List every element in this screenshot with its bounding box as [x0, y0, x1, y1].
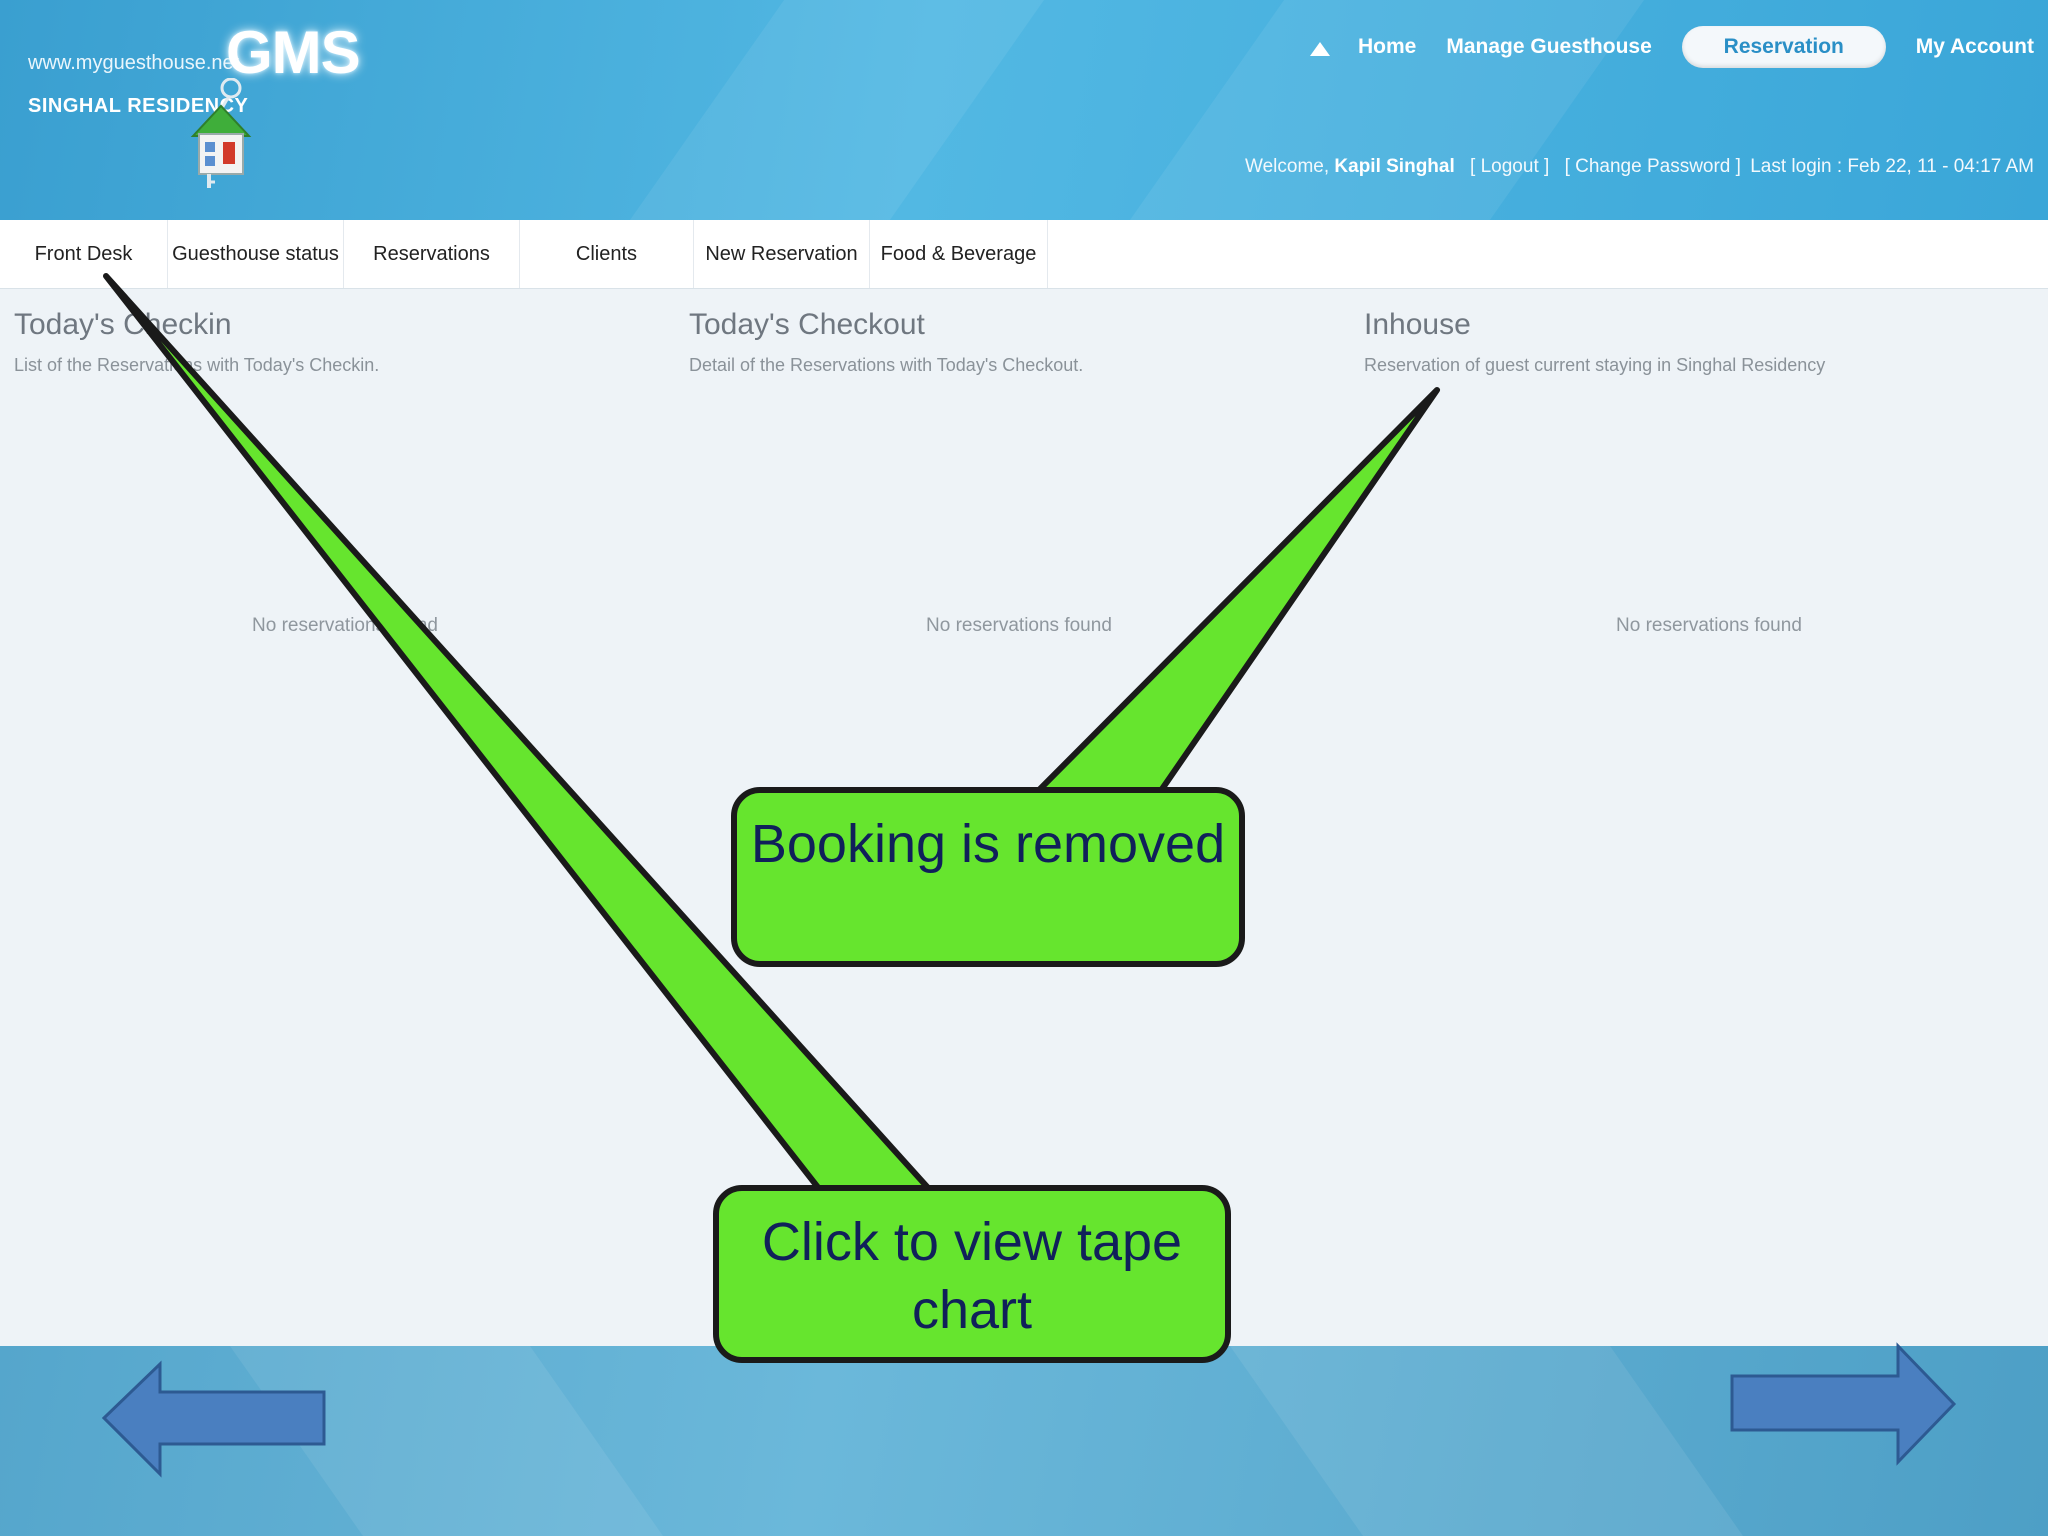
- tape-callout-pointer: [103, 273, 933, 1193]
- booking-callout-text: Booking is removed: [750, 814, 1226, 874]
- booking-callout-pointer: [1034, 387, 1440, 795]
- tape-callout-text: Click to view tape chart: [761, 1212, 1183, 1340]
